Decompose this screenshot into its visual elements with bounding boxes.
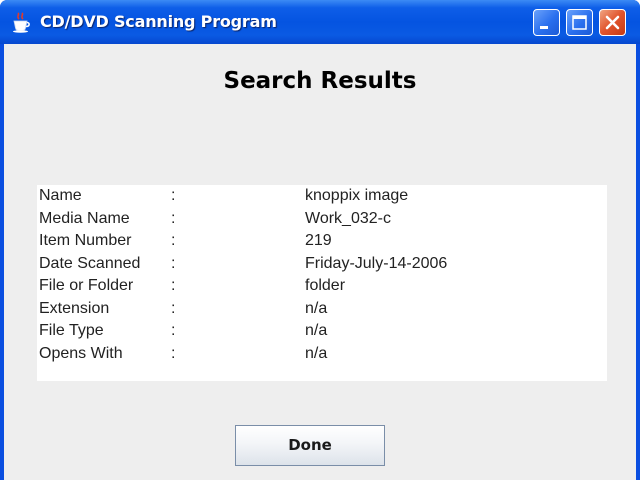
result-row-date-scanned: Date Scanned : Friday-July-14-2006: [37, 253, 607, 275]
result-value: n/a: [305, 344, 328, 362]
result-row-opens-with: Opens With : n/a: [37, 343, 607, 365]
result-value: 219: [305, 232, 332, 249]
result-value: knoppix image: [305, 187, 409, 204]
result-row-file-or-folder: File or Folder : folder: [37, 275, 607, 297]
page-title: Search Results: [223, 68, 417, 94]
result-separator: :: [171, 232, 176, 249]
maximize-button[interactable]: [566, 9, 593, 36]
done-button[interactable]: Done: [235, 425, 385, 466]
result-label: File or Folder: [39, 277, 134, 294]
result-label: Opens With: [39, 344, 123, 362]
app-window: CD/DVD Scanning Program Search Results N…: [0, 0, 640, 480]
result-separator: :: [171, 277, 176, 294]
close-button[interactable]: [599, 9, 626, 36]
result-value: folder: [305, 277, 346, 294]
result-separator: :: [171, 187, 176, 204]
result-value: n/a: [305, 299, 328, 317]
minimize-button[interactable]: [533, 9, 560, 36]
result-separator: :: [171, 344, 176, 362]
maximize-icon: [572, 15, 587, 30]
result-separator: :: [171, 254, 176, 272]
results-panel: Name : knoppix image Media Name : Work_0…: [37, 185, 607, 381]
result-label: File Type: [39, 322, 104, 339]
result-value: n/a: [305, 322, 328, 339]
result-label: Date Scanned: [39, 254, 141, 272]
title-bar[interactable]: CD/DVD Scanning Program: [0, 0, 640, 44]
result-label: Extension: [39, 299, 110, 317]
result-value: Work_032-c: [305, 209, 391, 227]
java-coffee-cup-icon[interactable]: [10, 11, 32, 33]
result-separator: :: [171, 299, 176, 317]
window-title: CD/DVD Scanning Program: [40, 12, 277, 31]
result-separator: :: [171, 209, 176, 227]
result-row-extension: Extension : n/a: [37, 298, 607, 320]
dialog-content: Search Results Name : knoppix image Medi…: [4, 44, 636, 480]
result-row-item-number: Item Number : 219: [37, 230, 607, 252]
result-label: Name: [39, 187, 82, 204]
close-icon: [605, 15, 620, 30]
result-label: Media Name: [39, 209, 130, 227]
result-row-media-name: Media Name : Work_032-c: [37, 208, 607, 230]
result-row-file-type: File Type : n/a: [37, 320, 607, 342]
result-label: Item Number: [39, 232, 132, 249]
minimize-icon: [540, 26, 548, 29]
result-value: Friday-July-14-2006: [305, 254, 448, 272]
result-separator: :: [171, 322, 176, 339]
result-row-name: Name : knoppix image: [37, 185, 607, 207]
